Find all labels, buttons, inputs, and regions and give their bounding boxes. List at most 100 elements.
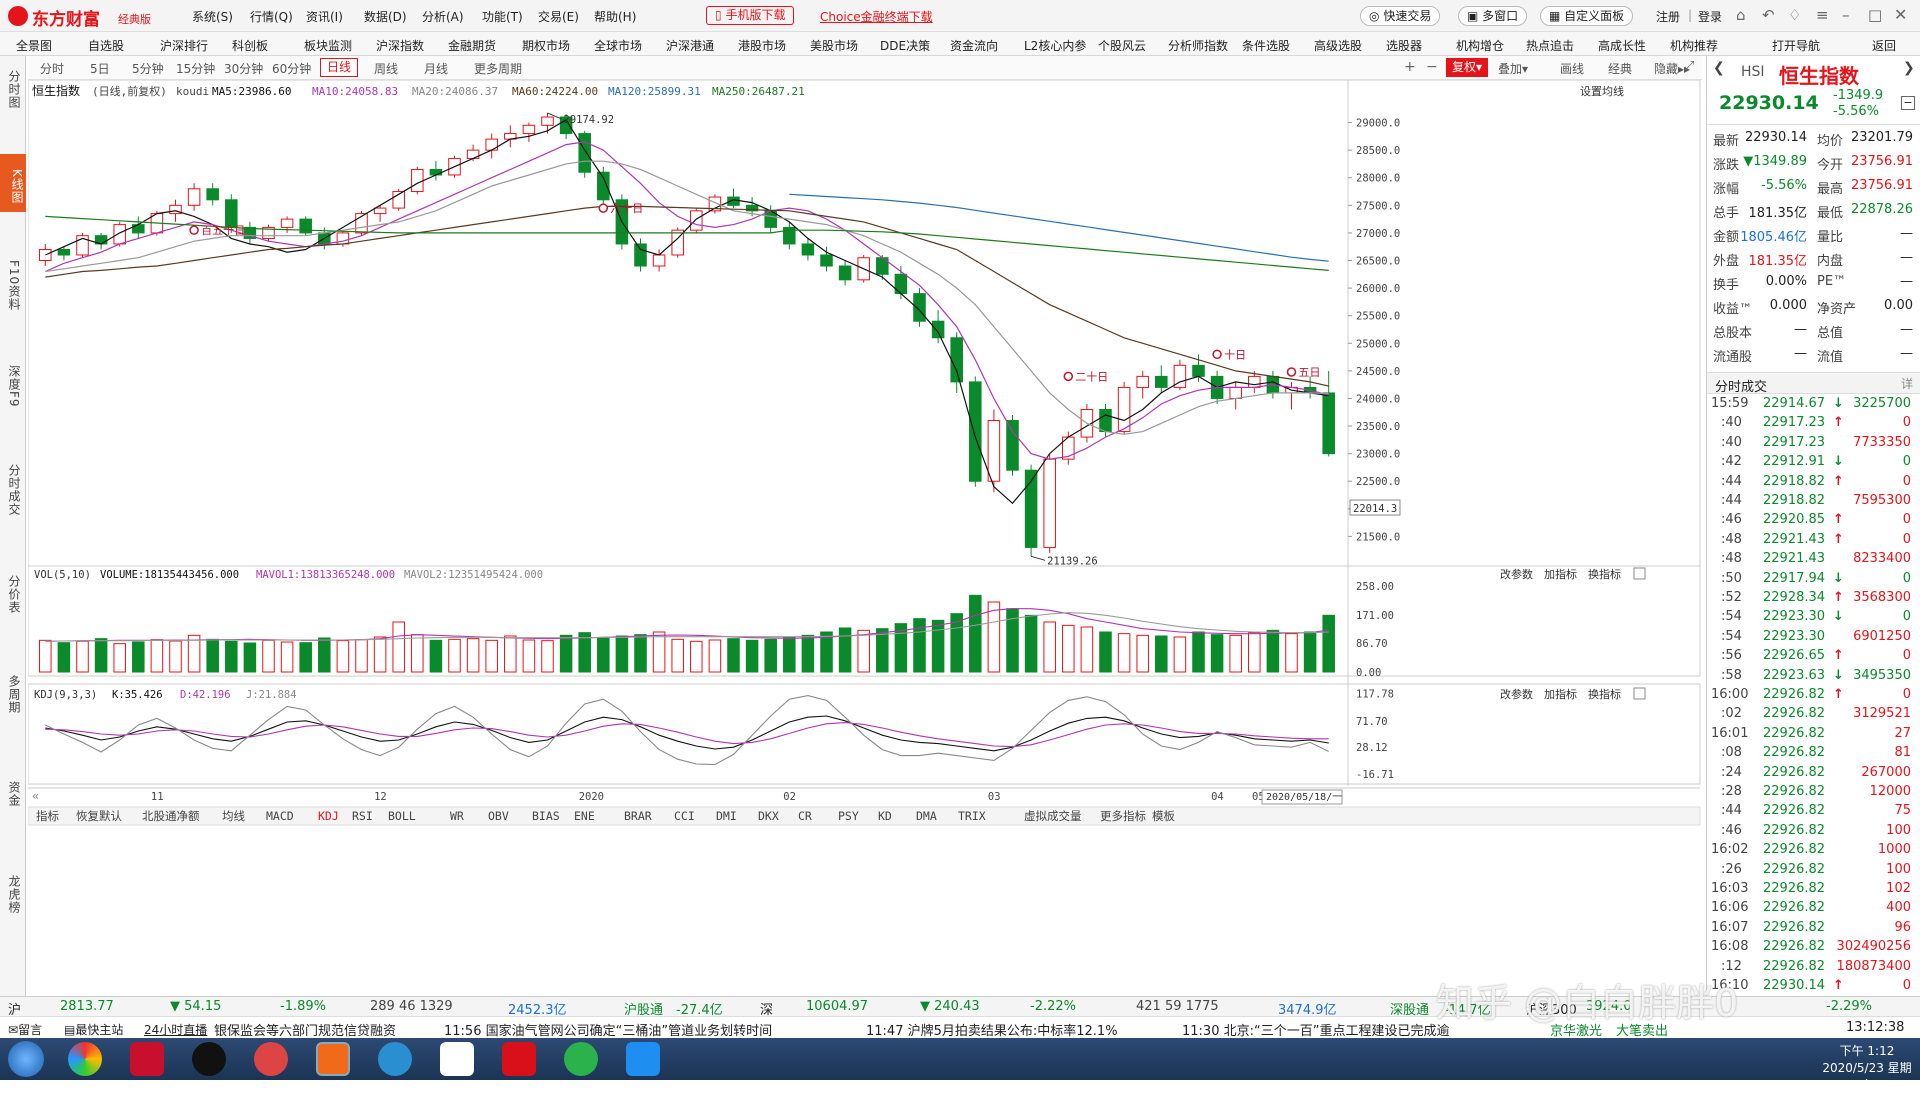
nav-item-24[interactable]: 打开导航	[1772, 37, 1820, 54]
home-icon[interactable]: ⌂	[1736, 6, 1746, 24]
fast-trade-button[interactable]: ◎ 快速交易	[1360, 6, 1441, 26]
indicator-tab-9[interactable]: OBV	[488, 809, 509, 823]
wechat-icon[interactable]	[564, 1042, 598, 1076]
register-link[interactable]: 注册	[1656, 8, 1680, 25]
detail-icon[interactable]: 详	[1901, 375, 1913, 392]
classic-button[interactable]: 经典	[1608, 60, 1632, 77]
nav-item-7[interactable]: 期权市场	[522, 37, 570, 54]
menu-item-7[interactable]: 帮助(H)	[594, 8, 636, 25]
eastmoney-taskbar-icon[interactable]	[316, 1042, 350, 1076]
indicator-tab-15[interactable]: DKX	[758, 809, 779, 823]
zoom-in-icon[interactable]: +	[1404, 59, 1416, 75]
indicator-tab-0[interactable]: 指标	[36, 809, 59, 823]
cards-icon[interactable]	[440, 1042, 474, 1076]
indicator-tab-18[interactable]: KD	[878, 809, 892, 823]
menu-item-0[interactable]: 系统(S)	[192, 8, 233, 25]
server-button[interactable]: ▤最快主站	[64, 1021, 123, 1038]
left-tab-1[interactable]: K线图	[0, 154, 26, 212]
nav-item-17[interactable]: 条件选股	[1242, 37, 1290, 54]
custom-panel-button[interactable]: ▦ 自定义面板	[1540, 6, 1634, 26]
indicator-tab-16[interactable]: CR	[798, 809, 812, 823]
left-tab-6[interactable]: 多周期	[3, 662, 23, 720]
media-icon[interactable]	[254, 1042, 288, 1076]
indicator-tab-3[interactable]: 均线	[222, 809, 245, 823]
menu-item-3[interactable]: 数据(D)	[364, 8, 407, 25]
nav-item-13[interactable]: 资金流向	[950, 37, 998, 54]
nav-item-25[interactable]: 返回	[1872, 37, 1896, 54]
multi-window-button[interactable]: ▣ 多窗口	[1458, 6, 1528, 26]
wps-icon[interactable]	[626, 1042, 660, 1076]
indicator-tab-20[interactable]: TRIX	[958, 809, 986, 823]
indicator-tab-11[interactable]: ENE	[574, 809, 595, 823]
qq-icon[interactable]	[192, 1042, 226, 1076]
kdj-close-icon[interactable]	[1633, 687, 1646, 700]
live-link[interactable]: 24小时直播	[144, 1021, 207, 1038]
left-tab-7[interactable]: 资金	[3, 762, 23, 820]
choice-download-link[interactable]: Choice金融终端下载	[820, 8, 933, 25]
menu-item-5[interactable]: 功能(T)	[482, 8, 523, 25]
indicator-tab-2[interactable]: 北股通净额	[142, 809, 200, 823]
indicator-tab-19[interactable]: DMA	[916, 809, 937, 823]
nav-item-22[interactable]: 高成长性	[1598, 37, 1646, 54]
nav-item-14[interactable]: L2核心内参	[1024, 37, 1086, 54]
nav-item-2[interactable]: 沪深排行	[160, 37, 208, 54]
news-item-2[interactable]: 11:47 沪牌5月拍卖结果公布:中标率12.1%	[866, 1020, 1118, 1039]
nav-item-6[interactable]: 金融期货	[448, 37, 496, 54]
mobile-download-button[interactable]: ▯ 手机版下载	[706, 6, 795, 25]
left-tab-2[interactable]: F10资料	[3, 254, 23, 312]
indicator-tab-17[interactable]: PSY	[838, 809, 859, 823]
menu-item-4[interactable]: 分析(A)	[422, 8, 464, 25]
indicator-tab-6[interactable]: RSI	[352, 809, 373, 823]
collapse-icon[interactable]: −	[1901, 96, 1915, 110]
zoom-out-icon[interactable]: −	[1426, 59, 1438, 75]
maximize-icon[interactable]: □	[1868, 6, 1882, 24]
login-link[interactable]: 登录	[1698, 8, 1722, 25]
indicator-tab-22[interactable]: 更多指标	[1100, 809, 1146, 823]
nav-item-18[interactable]: 高级选股	[1314, 37, 1362, 54]
menu-item-6[interactable]: 交易(E)	[538, 8, 579, 25]
browser-icon[interactable]	[68, 1042, 102, 1076]
menu-item-1[interactable]: 行情(Q)	[250, 8, 293, 25]
nav-item-4[interactable]: 板块监测	[304, 37, 352, 54]
menu-icon[interactable]: ≡	[1816, 6, 1829, 24]
fullscreen-icon[interactable]: ⤢	[1684, 59, 1694, 74]
period-8[interactable]: 月线	[424, 60, 448, 77]
scroll-left-icon[interactable]: «	[32, 789, 39, 803]
period-9[interactable]: 更多周期	[474, 60, 522, 77]
left-tab-5[interactable]: 分价表	[3, 562, 23, 620]
vol-add-indicator-button[interactable]: 加指标	[1544, 567, 1577, 581]
video-icon[interactable]	[378, 1042, 412, 1076]
close-icon[interactable]: ✕	[1894, 5, 1907, 24]
nav-item-11[interactable]: 美股市场	[810, 37, 858, 54]
back-arrow-icon[interactable]: ❮	[1713, 60, 1725, 76]
kdj-edit-params-button[interactable]: 改参数	[1500, 687, 1533, 701]
indicator-tab-13[interactable]: CCI	[674, 809, 695, 823]
period-2[interactable]: 5分钟	[132, 60, 164, 77]
news-item-3[interactable]: 11:30 北京:“三个一百”重点工程建设已完成逾	[1182, 1020, 1449, 1039]
vol-switch-indicator-button[interactable]: 换指标	[1588, 567, 1621, 581]
nav-item-5[interactable]: 沪深指数	[376, 37, 424, 54]
indicator-tab-4[interactable]: MACD	[266, 809, 294, 823]
indicator-tab-12[interactable]: BRAR	[624, 809, 652, 823]
back-icon[interactable]: ↶	[1762, 6, 1775, 24]
chart-canvas[interactable]: 恒生指数 (日线,前复权) koudi MA5:23986.60 MA10:24058.…	[27, 79, 1702, 980]
nav-item-1[interactable]: 自选股	[88, 37, 124, 54]
nav-item-16[interactable]: 分析师指数	[1168, 37, 1228, 54]
left-tab-8[interactable]: 龙虎榜	[3, 862, 23, 920]
nav-item-20[interactable]: 机构增仓	[1456, 37, 1504, 54]
nav-item-21[interactable]: 热点追击	[1526, 37, 1574, 54]
kline-chart-area[interactable]: 恒生指数 (日线,前复权) koudi MA5:23986.60 MA10:24058.…	[27, 79, 1702, 980]
left-tab-3[interactable]: 深度F9	[3, 354, 23, 412]
indicator-tab-1[interactable]: 恢复默认	[76, 809, 122, 823]
nav-item-8[interactable]: 全球市场	[594, 37, 642, 54]
nav-item-12[interactable]: DDE决策	[880, 37, 930, 54]
indicator-tab-5[interactable]: KDJ	[318, 809, 339, 823]
period-5[interactable]: 60分钟	[272, 60, 311, 77]
news-item-0[interactable]: 银保监会等六部门规范信贷融资	[214, 1020, 396, 1039]
minimize-icon[interactable]: –	[1842, 6, 1850, 24]
left-tab-0[interactable]: 分时图	[3, 60, 23, 112]
period-1[interactable]: 5日	[90, 60, 110, 77]
forward-arrow-icon[interactable]: ❯	[1903, 60, 1915, 76]
period-4[interactable]: 30分钟	[224, 60, 263, 77]
kdj-add-indicator-button[interactable]: 加指标	[1544, 687, 1577, 701]
